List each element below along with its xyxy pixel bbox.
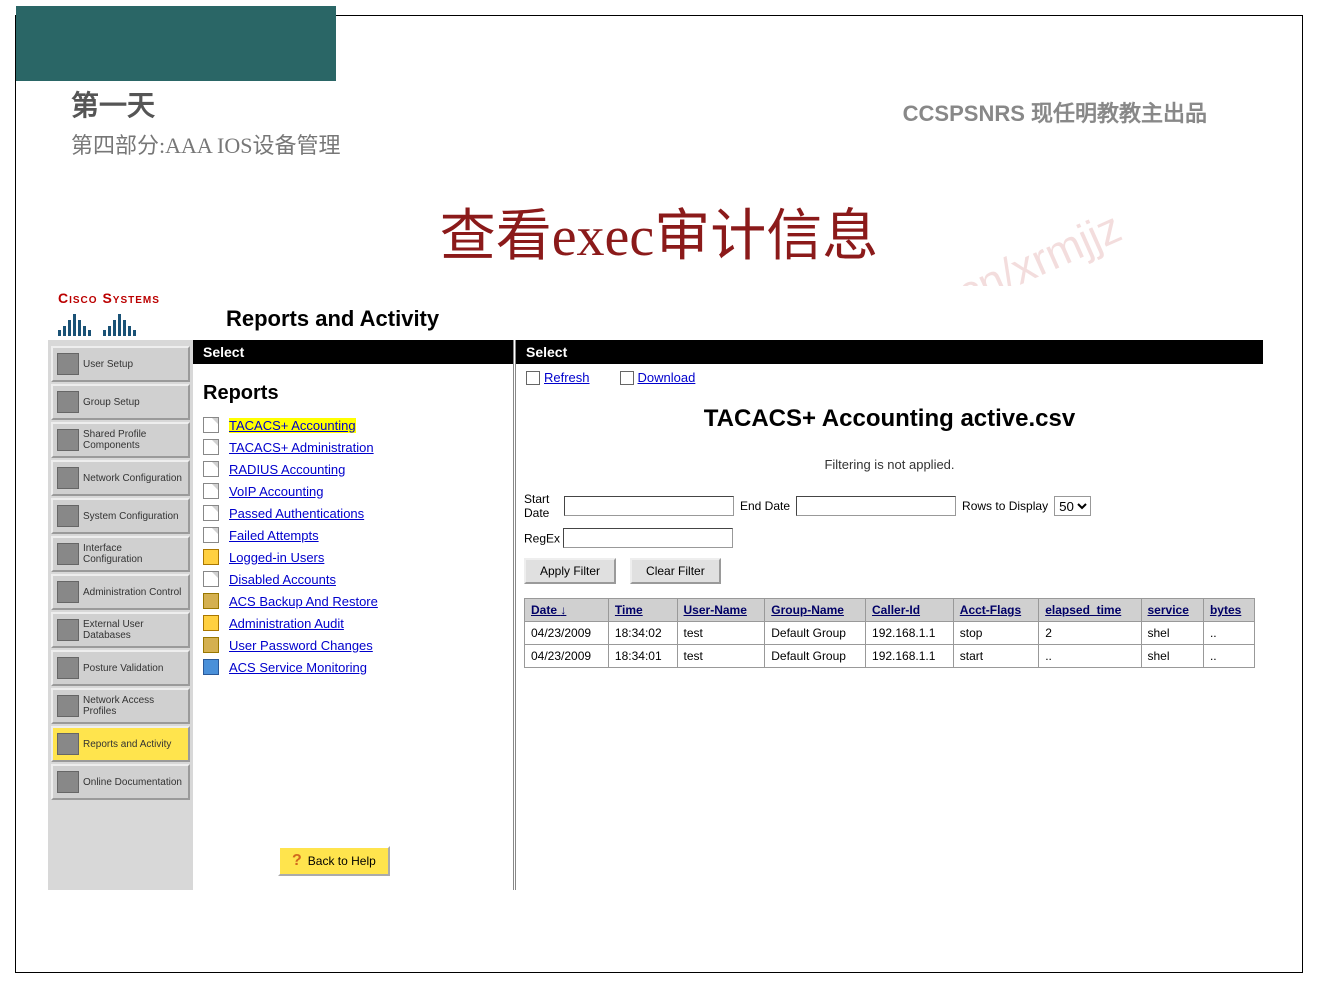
doc-icon [203,527,219,543]
nav-posture[interactable]: Posture Validation [51,650,190,686]
decorative-block [16,6,336,81]
cisco-logo-icon [58,308,218,336]
doc-icon [203,417,219,433]
report-disabled[interactable]: Disabled Accounts [229,572,336,587]
left-nav: User Setup Group Setup Shared Profile Co… [48,340,193,890]
folder-icon [203,593,219,609]
report-pwd-changes[interactable]: User Password Changes [229,638,373,653]
col-user[interactable]: User-Name [677,599,765,622]
download-icon [620,371,634,385]
doc-icon [203,439,219,455]
csv-title: TACACS+ Accounting active.csv [516,405,1263,433]
nav-external-db[interactable]: External User Databases [51,612,190,648]
day-label: 第一天 [71,84,341,124]
frame-title: Reports and Activity [226,306,439,332]
report-tacacs-acct[interactable]: TACACS+ Accounting [229,418,356,433]
interface-icon [57,543,79,565]
reports-panel: Select Reports TACACS+ Accounting TACACS… [193,340,513,890]
reports-icon [57,733,79,755]
col-flags[interactable]: Acct-Flags [953,599,1038,622]
refresh-link[interactable]: Refresh [526,370,590,385]
title-mid: exec [552,206,655,268]
report-backup[interactable]: ACS Backup And Restore [229,594,378,609]
title-pre: 查看 [440,206,552,268]
nav-net-access[interactable]: Network Access Profiles [51,688,190,724]
cisco-logo-text: Cisco Systems [58,290,218,306]
sort-down-icon: ↓ [560,603,566,617]
nav-system-config[interactable]: System Configuration [51,498,190,534]
filter-status: Filtering is not applied. [516,457,1263,472]
col-group[interactable]: Group-Name [765,599,866,622]
col-date[interactable]: Date ↓ [525,599,609,622]
nav-admin-control[interactable]: Administration Control [51,574,190,610]
nav-network-config[interactable]: Network Configuration [51,460,190,496]
profile-icon [57,429,79,451]
nav-reports[interactable]: Reports and Activity [51,726,190,762]
nav-online-doc[interactable]: Online Documentation [51,764,190,800]
admin-icon [57,581,79,603]
nav-shared-profile[interactable]: Shared Profile Components [51,422,190,458]
refresh-icon [526,371,540,385]
download-link[interactable]: Download [620,370,696,385]
netaccess-icon [57,695,79,717]
apply-filter-button[interactable]: Apply Filter [524,558,616,584]
title-post: 审计信息 [654,206,878,268]
start-date-label: Start Date [524,492,558,520]
doc-icon [203,461,219,477]
col-caller[interactable]: Caller-Id [866,599,954,622]
question-icon: ? [292,852,302,870]
rows-display-select[interactable]: 50 [1054,496,1091,516]
nav-interface-config[interactable]: Interface Configuration [51,536,190,572]
report-failed-attempts[interactable]: Failed Attempts [229,528,319,543]
main-title: 查看exec审计信息 [16,191,1302,272]
network-icon [57,467,79,489]
doc-icon [203,659,219,675]
col-service[interactable]: service [1141,599,1203,622]
report-radius-acct[interactable]: RADIUS Accounting [229,462,345,477]
end-date-label: End Date [740,499,790,513]
doc-icon [203,615,219,631]
nav-user-setup[interactable]: User Setup [51,346,190,382]
doc-icon [203,483,219,499]
section-label: 第四部分:AAA IOS设备管理 [71,128,341,160]
regex-label: RegEx [524,532,560,546]
posture-icon [57,657,79,679]
nav-group-setup[interactable]: Group Setup [51,384,190,420]
course-label: CCSPSNRS 现任明教教主出品 [903,96,1207,128]
report-service-mon[interactable]: ACS Service Monitoring [229,660,367,675]
doc-icon [57,771,79,793]
report-voip-acct[interactable]: VoIP Accounting [229,484,323,499]
doc-icon [203,571,219,587]
regex-input[interactable] [563,528,733,548]
col-time[interactable]: Time [608,599,677,622]
col-bytes[interactable]: bytes [1203,599,1254,622]
reports-heading: Reports [203,382,513,405]
group-icon [57,391,79,413]
start-date-input[interactable] [564,496,734,516]
table-row: 04/23/2009 18:34:01 test Default Group 1… [525,645,1255,668]
app-frame: Cisco Systems Reports and Activity User … [48,286,1263,906]
db-icon [57,619,79,641]
report-admin-audit[interactable]: Administration Audit [229,616,344,631]
back-to-help-button[interactable]: ? Back to Help [278,846,390,876]
report-logged-in[interactable]: Logged-in Users [229,550,324,565]
doc-icon [203,505,219,521]
accounting-table: Date ↓ Time User-Name Group-Name Caller-… [524,598,1255,668]
user-icon [57,353,79,375]
select-bar-left: Select [193,340,513,364]
table-row: 04/23/2009 18:34:02 test Default Group 1… [525,622,1255,645]
report-tacacs-admin[interactable]: TACACS+ Administration [229,440,374,455]
clear-filter-button[interactable]: Clear Filter [630,558,721,584]
end-date-input[interactable] [796,496,956,516]
content-panel: Select Refresh Download TACACS+ Accounti… [513,340,1263,890]
system-icon [57,505,79,527]
doc-icon [203,549,219,565]
report-passed-auth[interactable]: Passed Authentications [229,506,364,521]
col-elapsed[interactable]: elapsed_time [1039,599,1141,622]
select-bar-right: Select [516,340,1263,364]
folder-icon [203,637,219,653]
rows-display-label: Rows to Display [962,499,1048,513]
